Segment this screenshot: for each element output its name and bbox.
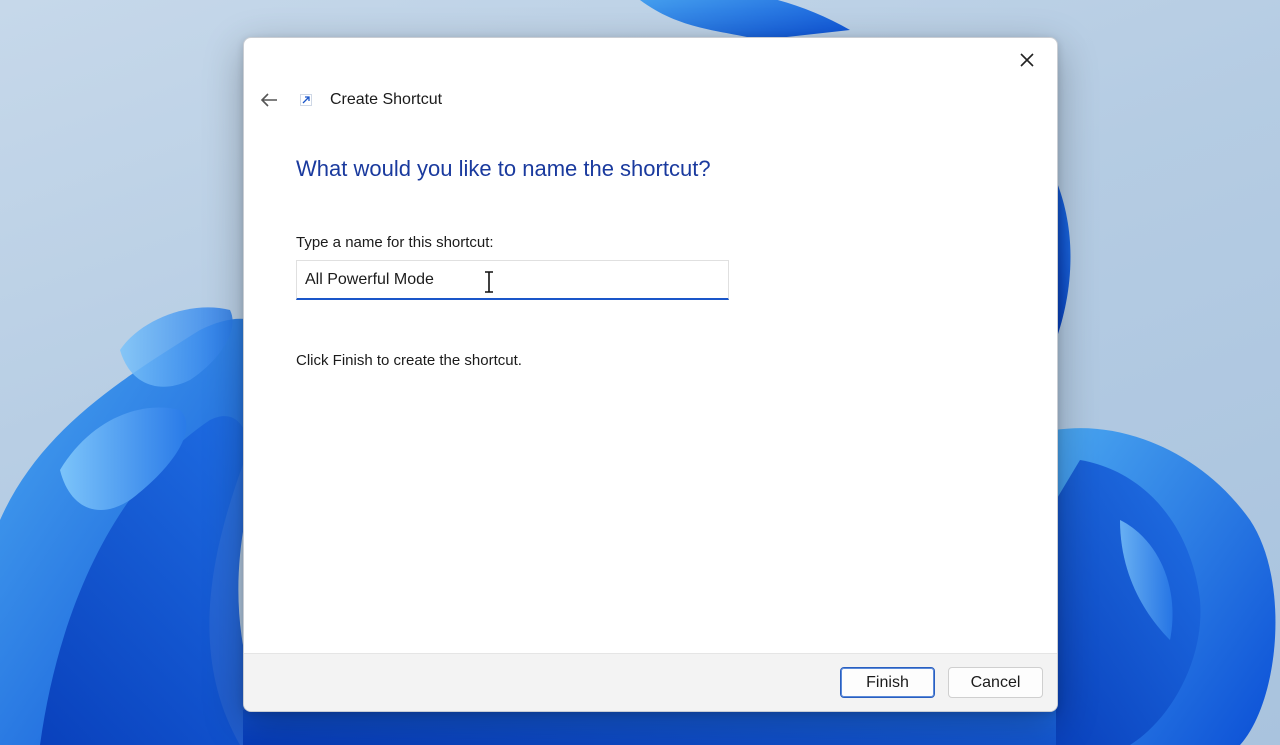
- finish-button[interactable]: Finish: [840, 667, 935, 698]
- shortcut-name-input[interactable]: [296, 260, 729, 300]
- close-button[interactable]: [1007, 42, 1047, 78]
- dialog-header: Create Shortcut: [254, 86, 442, 114]
- back-button[interactable]: [254, 86, 284, 114]
- dialog-title: Create Shortcut: [330, 91, 443, 108]
- shortcut-arrow-icon: [298, 92, 314, 108]
- close-icon: [1020, 53, 1034, 67]
- back-arrow-icon: [260, 93, 277, 107]
- name-field-label: Type a name for this shortcut:: [296, 234, 494, 251]
- desktop: Create Shortcut What would you like to n…: [0, 0, 1280, 745]
- create-shortcut-dialog: Create Shortcut What would you like to n…: [243, 37, 1058, 712]
- page-heading: What would you like to name the shortcut…: [296, 156, 711, 181]
- instruction-text: Click Finish to create the shortcut.: [296, 352, 522, 369]
- dialog-footer: Finish Cancel: [244, 653, 1057, 711]
- cancel-button[interactable]: Cancel: [948, 667, 1043, 698]
